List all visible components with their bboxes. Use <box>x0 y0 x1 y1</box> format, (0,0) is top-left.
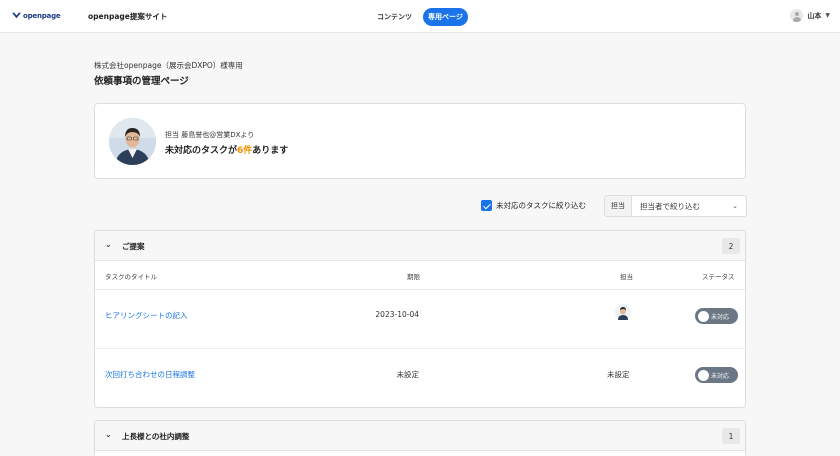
unhandled-filter[interactable]: 未対応のタスクに絞り込む <box>481 200 586 211</box>
main-nav: コンテンツ 専用ページ <box>372 8 468 26</box>
table-row: 次回打ち合わせの日程調整 未設定 未設定 未対応 <box>95 349 745 407</box>
user-name: 山本 <box>807 11 822 20</box>
unhandled-count: 6件 <box>237 146 253 156</box>
chevron-down-icon: ▼ <box>825 12 830 19</box>
chevron-down-icon: ⌄ <box>732 202 738 210</box>
column-due: 期限 <box>407 273 420 281</box>
top-header: openpage openpage提案サイト コンテンツ 専用ページ 山本 ▼ <box>0 0 840 33</box>
status-toggle[interactable]: 未対応 <box>695 308 738 324</box>
table-row: ヒアリングシートの記入 2023-10-04 未対応 <box>95 290 745 349</box>
user-menu[interactable]: 山本 ▼ <box>790 9 830 22</box>
section-header[interactable]: ⌄ 上長様との社内調整 1 <box>95 421 745 451</box>
section-internal-coordination: ⌄ 上長様との社内調整 1 <box>94 420 746 456</box>
message-suffix: あります <box>252 146 289 156</box>
toggle-knob <box>698 369 709 381</box>
page-subtitle: 株式会社openpage（展示会DXPO）様専用 <box>94 61 243 70</box>
nav-contents[interactable]: コンテンツ <box>372 8 417 26</box>
person-photo-icon <box>109 118 156 165</box>
section-proposal: ⌄ ご提案 2 タスクのタイトル 期限 担当 ステータス ヒアリングシートの記入… <box>94 230 746 408</box>
assignee-avatar-icon <box>615 304 631 320</box>
message-prefix: 未対応のタスクが <box>165 146 238 156</box>
status-toggle[interactable]: 未対応 <box>695 367 738 383</box>
task-due-date: 未設定 <box>396 370 420 379</box>
assignee-filter-label: 担当 <box>605 196 632 216</box>
chevron-down-icon[interactable]: ⌄ <box>105 430 112 439</box>
site-title[interactable]: openpage提案サイト <box>88 11 167 22</box>
task-title-link[interactable]: 次回打ち合わせの日程調整 <box>105 369 195 380</box>
task-assignee: 未設定 <box>607 370 630 379</box>
chevron-down-icon[interactable]: ⌄ <box>105 240 112 249</box>
section-header[interactable]: ⌄ ご提案 2 <box>95 231 745 261</box>
staff-caption: 担当 藤島誉也@営業DXより <box>165 131 255 139</box>
user-avatar-icon <box>790 9 804 22</box>
section-count-badge: 2 <box>722 238 740 254</box>
staff-avatar <box>109 118 156 165</box>
table-header: タスクのタイトル 期限 担当 ステータス <box>95 261 745 290</box>
section-title: 上長様との社内調整 <box>122 432 190 441</box>
section-title: ご提案 <box>122 242 145 251</box>
page-title: 依頼事項の管理ページ <box>94 76 189 87</box>
section-count-badge: 1 <box>722 428 740 444</box>
task-title-link[interactable]: ヒアリングシートの記入 <box>105 310 188 321</box>
unhandled-filter-label: 未対応のタスクに絞り込む <box>496 201 586 210</box>
unhandled-message: 未対応のタスクが6件あります <box>165 143 288 156</box>
assignee-filter-select[interactable]: 担当 担当者で絞り込む ⌄ <box>604 195 747 217</box>
assignee-filter-value: 担当者で絞り込む <box>640 201 700 211</box>
unhandled-checkbox[interactable] <box>481 200 492 211</box>
logo-text: openpage <box>23 11 61 20</box>
task-due-date: 2023-10-04 <box>375 310 419 319</box>
toggle-knob <box>698 310 709 322</box>
nav-dedicated-page[interactable]: 専用ページ <box>423 8 468 26</box>
column-status: ステータス <box>702 273 735 281</box>
status-label: 未対応 <box>711 313 730 321</box>
logo[interactable]: openpage <box>12 11 61 20</box>
assignee-info-card: 担当 藤島誉也@営業DXより 未対応のタスクが6件あります <box>94 103 746 179</box>
column-assignee: 担当 <box>620 273 633 281</box>
logo-icon <box>12 12 21 19</box>
status-label: 未対応 <box>711 372 730 380</box>
column-title: タスクのタイトル <box>105 273 157 281</box>
